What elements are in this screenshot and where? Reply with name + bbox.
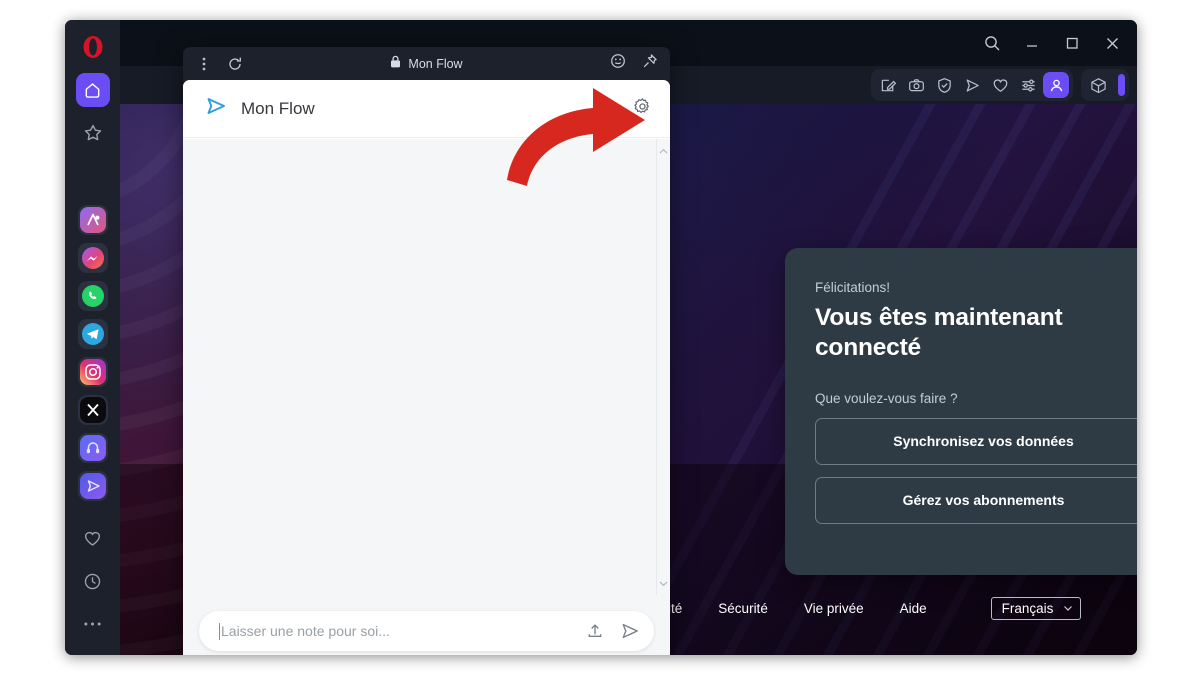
sidebar-app-whatsapp[interactable] [77,281,108,311]
sidebar-item-favorites[interactable] [76,521,110,555]
minimize-icon[interactable] [1021,32,1043,54]
flow-send-icon [205,95,227,122]
flow-send-icon[interactable] [959,72,985,98]
sidebar [65,20,120,655]
camera-icon[interactable] [903,72,929,98]
close-icon[interactable] [1101,32,1123,54]
gear-icon[interactable] [633,97,652,121]
sidebar-app-x-twitter[interactable] [77,395,108,425]
flow-panel: Mon Flow Laisser une note pour soi... [183,80,670,655]
card-eyebrow: Félicitations! [815,280,891,295]
more-vertical-icon[interactable] [195,56,213,72]
upload-icon[interactable] [586,622,604,640]
sync-data-button[interactable]: Synchronisez vos données [815,417,1137,465]
sidebar-app-aria[interactable] [77,205,108,235]
heart-icon[interactable] [987,72,1013,98]
note-input[interactable]: Laisser une note pour soi... [199,611,654,651]
language-select[interactable]: Français [990,597,1082,620]
snapshot-edit-icon[interactable] [875,72,901,98]
flow-empty-state [183,139,656,595]
flow-header: Mon Flow [183,80,670,138]
chevron-down-icon [1063,601,1073,616]
search-icon[interactable] [981,32,1003,54]
sidebar-app-flow[interactable] [77,471,108,501]
flow-header-title: Mon Flow [241,98,315,118]
sidebar-app-instagram[interactable] [77,357,108,387]
popup-title-text: Mon Flow [408,56,463,71]
footer-link-security[interactable]: Sécurité [718,601,768,616]
popup-title-group: Mon Flow [183,55,670,73]
profile-avatar-icon[interactable] [1043,72,1069,98]
sidebar-item-bookmarks[interactable] [76,116,110,150]
chevron-down-icon[interactable] [659,574,668,592]
connected-card: Félicitations! Vous êtes maintenant conn… [785,248,1137,575]
manage-subscriptions-button[interactable]: Gérez vos abonnements [815,476,1137,524]
sidebar-item-home[interactable] [75,73,110,107]
shield-icon[interactable] [931,72,957,98]
emoji-icon[interactable] [610,53,626,74]
chevron-up-icon[interactable] [659,142,668,160]
note-input-placeholder: Laisser une note pour soi... [221,623,390,639]
footer-link-help[interactable]: Aide [900,601,927,616]
sliders-icon[interactable] [1015,72,1041,98]
sidebar-item-history[interactable] [76,564,110,598]
sidebar-app-messenger[interactable] [77,243,108,273]
popup-titlebar: Mon Flow [183,47,670,80]
maximize-icon[interactable] [1061,32,1083,54]
sidebar-item-more[interactable] [76,607,110,641]
card-title: Vous êtes maintenant connecté [815,304,1063,361]
flow-messages-area [183,139,670,595]
cube-icon[interactable] [1085,72,1111,98]
sidebar-toggle-indicator[interactable] [1118,74,1125,96]
language-select-value: Français [1001,601,1054,616]
card-question: Que voulez-vous faire ? [815,390,958,406]
flow-popup-window: Mon Flow Mon Flow Laisser une note pour … [183,47,670,655]
toolbar-icon-group [871,69,1073,101]
send-icon[interactable] [620,621,640,641]
sidebar-app-music-player[interactable] [77,433,108,463]
popup-actions [610,53,658,74]
lock-icon [390,55,401,73]
toolbar-extensions-group [1081,69,1129,101]
sidebar-app-telegram[interactable] [77,319,108,349]
browser-window: Félicitations! Vous êtes maintenant conn… [65,20,1137,655]
footer-link-privacy[interactable]: Vie privée [804,601,864,616]
pin-icon[interactable] [642,53,658,74]
text-caret [219,622,220,640]
opera-logo-icon[interactable] [76,30,110,64]
flow-scrollbar[interactable] [656,139,670,595]
reload-icon[interactable] [227,56,243,72]
flow-composer: Laisser une note pour soi... [183,595,670,655]
